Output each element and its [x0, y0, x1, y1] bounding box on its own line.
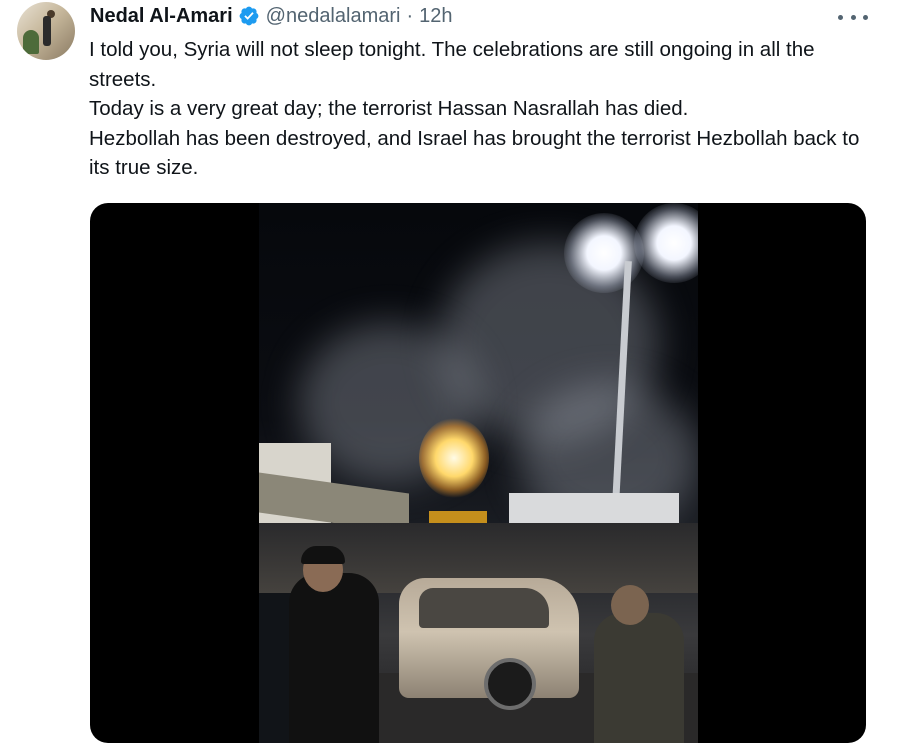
tweet[interactable]: Nedal Al-Amari @nedalalamari · 12h I tol… — [0, 0, 898, 743]
more-dot — [838, 14, 843, 20]
author-name[interactable]: Nedal Al-Amari — [90, 5, 233, 28]
person-cap — [301, 546, 345, 564]
tweet-text: I told you, Syria will not sleep tonight… — [89, 35, 879, 183]
tweet-timestamp[interactable]: 12h — [419, 5, 452, 28]
street-light — [634, 203, 698, 283]
more-dot — [850, 14, 856, 20]
fire-glow — [419, 418, 489, 498]
more-options-icon[interactable] — [838, 8, 868, 26]
tweet-text-line: Today is a very great day; the terrorist… — [89, 97, 689, 120]
person-head — [611, 585, 649, 625]
tweet-header: Nedal Al-Amari @nedalalamari · 12h — [90, 3, 453, 29]
more-dot — [863, 14, 868, 20]
person — [289, 573, 379, 743]
author-handle[interactable]: @nedalalamari — [266, 5, 401, 28]
separator-dot: · — [406, 4, 414, 27]
tweet-video[interactable] — [90, 203, 866, 743]
street-light — [564, 213, 644, 293]
verified-badge-icon[interactable] — [238, 5, 260, 27]
avatar-figure — [43, 16, 51, 46]
car-window — [419, 588, 549, 628]
avatar-plant — [23, 30, 39, 54]
tweet-text-line: I told you, Syria will not sleep tonight… — [89, 38, 815, 91]
video-frame — [259, 203, 698, 743]
car-wheel — [484, 658, 536, 710]
tweet-text-line: Hezbollah has been destroyed, and Israel… — [89, 126, 860, 180]
author-avatar[interactable] — [17, 2, 75, 60]
